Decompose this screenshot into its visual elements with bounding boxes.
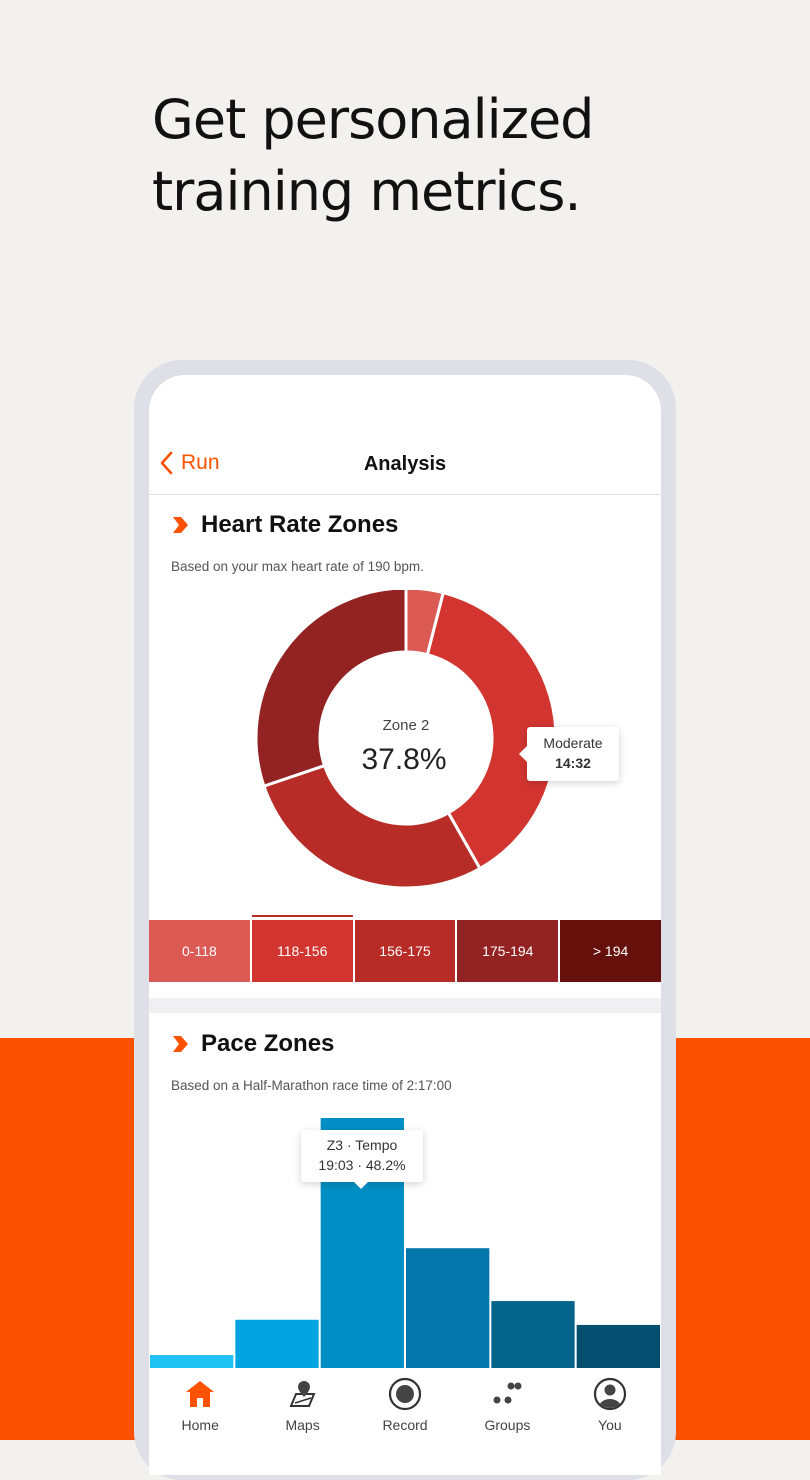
pace-title: Pace Zones — [201, 1030, 335, 1057]
headline-line-1: Get personalized — [152, 88, 594, 151]
zone-range-cell[interactable]: 118-156 — [251, 915, 355, 982]
maps-icon — [289, 1381, 316, 1407]
headline: Get personalized training metrics. — [152, 84, 594, 228]
heart-rate-title: Heart Rate Zones — [201, 511, 399, 538]
tab-label: Maps — [285, 1417, 320, 1433]
chevron-badge-icon — [173, 517, 188, 533]
groups-icon — [493, 1382, 522, 1404]
heart-rate-tooltip: Moderate 14:32 — [519, 727, 619, 781]
tooltip-zone-time: 14:32 — [555, 755, 591, 771]
heart-rate-zone-bar: 0-118 118-156 156-175 175-194 > 194 — [149, 915, 661, 982]
record-icon — [388, 1377, 422, 1411]
profile-icon — [593, 1377, 626, 1411]
tab-label: Groups — [484, 1417, 531, 1433]
donut-center-value: 37.8% — [361, 743, 447, 776]
pace-bar-z6[interactable] — [576, 1324, 660, 1368]
nav-bar: Run Analysis — [149, 445, 661, 495]
pace-subtitle: Based on a Half-Marathon race time of 2:… — [171, 1078, 452, 1093]
chevron-badge-icon — [173, 1036, 188, 1052]
headline-line-2: training metrics. — [152, 160, 582, 223]
bottom-tab-bar: Home Maps Record Groups You — [149, 1369, 661, 1444]
pace-section-title: Pace Zones — [171, 1030, 334, 1058]
tab-home[interactable]: Home — [149, 1369, 251, 1444]
tab-label: Home — [181, 1417, 219, 1433]
tab-record[interactable]: Record — [354, 1369, 456, 1444]
tab-you[interactable]: You — [559, 1369, 661, 1444]
heart-rate-subtitle: Based on your max heart rate of 190 bpm. — [171, 559, 424, 574]
pace-bar-z2[interactable] — [235, 1319, 319, 1368]
pace-bar-z5[interactable] — [491, 1301, 575, 1368]
zone-range-cell[interactable]: 156-175 — [354, 920, 458, 982]
zone-range-cell[interactable]: 0-118 — [149, 920, 252, 982]
tooltip-zone-name: Moderate — [543, 735, 603, 751]
tab-maps[interactable]: Maps — [251, 1369, 353, 1444]
zone-range-cell[interactable]: 175-194 — [457, 920, 561, 982]
pace-bar-z4[interactable] — [406, 1248, 490, 1368]
heart-rate-section-title: Heart Rate Zones — [171, 511, 398, 539]
phone-screen: Run Analysis Heart Rate Zones Based on y… — [149, 375, 661, 1475]
tab-label: Record — [382, 1417, 428, 1433]
donut-slice-zone-3[interactable] — [262, 763, 482, 890]
pace-tooltip: Z3 · Tempo 19:03 · 48.2% — [301, 1130, 423, 1189]
phone-frame: Run Analysis Heart Rate Zones Based on y… — [134, 360, 676, 1480]
tab-groups[interactable]: Groups — [456, 1369, 558, 1444]
page-title: Analysis — [363, 453, 447, 475]
pace-tooltip-value: 19:03 · 48.2% — [318, 1157, 406, 1173]
tab-label: You — [598, 1417, 622, 1433]
section-separator — [149, 998, 661, 1013]
donut-center-label: Zone 2 — [382, 717, 430, 734]
home-icon — [186, 1381, 215, 1407]
pace-tooltip-zone: Z3 · Tempo — [326, 1137, 398, 1153]
zone-range-cell[interactable]: > 194 — [560, 920, 661, 982]
pace-bar-z1[interactable] — [150, 1355, 234, 1368]
